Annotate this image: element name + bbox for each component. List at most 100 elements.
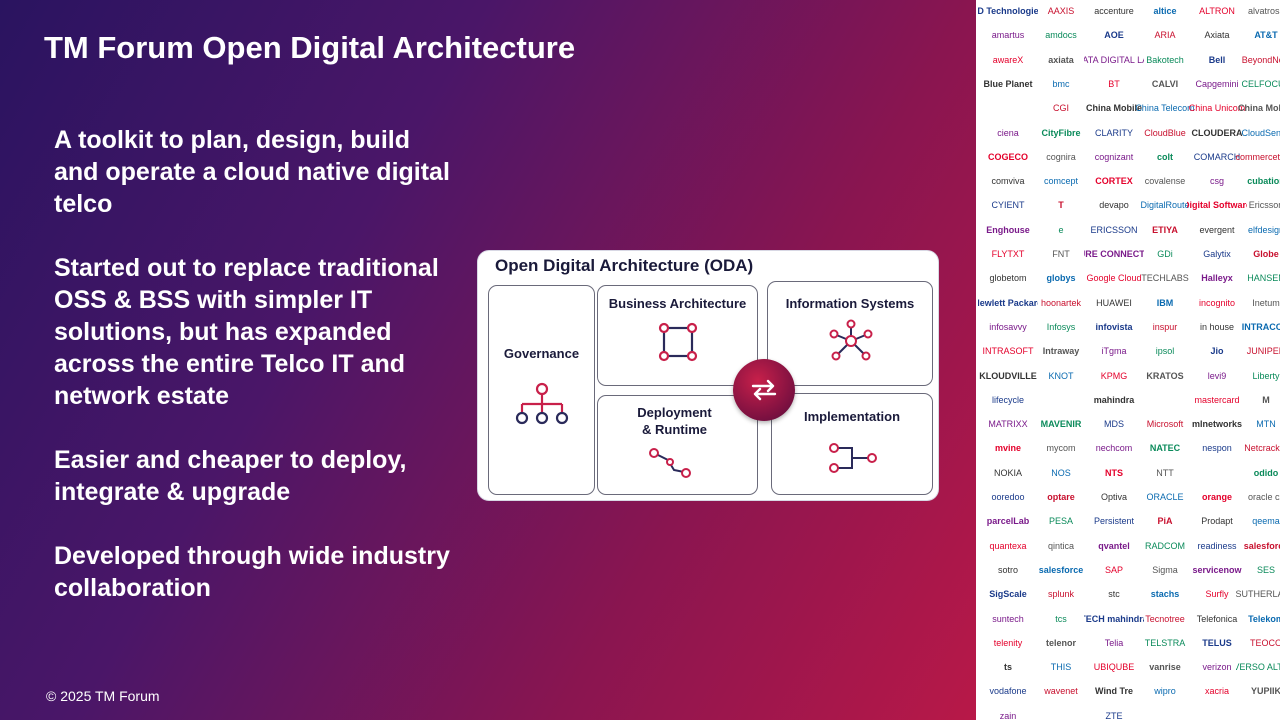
member-logo: China Telecom [1135, 103, 1195, 114]
member-logo: CELFOCUS [1241, 78, 1280, 89]
member-logo: ciena [997, 127, 1019, 138]
member-logo: SigScale [989, 589, 1027, 600]
oda-title: Open Digital Architecture (ODA) [495, 256, 754, 275]
member-logo: TELSTRA [1144, 637, 1186, 648]
member-logo: ts [1003, 662, 1012, 673]
member-logo: SUTHERLAND [1236, 589, 1280, 600]
member-logo: infosavvy [989, 321, 1027, 332]
sync-hub [733, 359, 795, 421]
member-logo: AAXIS [1047, 6, 1075, 16]
deployment-runtime-box: Deployment & Runtime [597, 395, 758, 495]
deployment-label-line1: Deployment [637, 405, 712, 420]
governance-box: Governance [488, 285, 595, 495]
member-logo: vanrise [1149, 662, 1181, 673]
member-logo: JUNIPER [1246, 346, 1280, 357]
member-logo: INTRACOM [1241, 321, 1280, 332]
implementation-label: Implementation [803, 409, 901, 424]
member-logo: NOKIA [993, 467, 1022, 478]
member-logo: globetom [989, 273, 1027, 284]
member-logo: AT&T [1254, 30, 1278, 41]
member-logo: stachs [1150, 589, 1180, 600]
member-logo: altice [1153, 6, 1177, 16]
hierarchy-icon [515, 382, 569, 425]
member-logo: comcept [1043, 176, 1078, 187]
member-logo: China Mobile [1238, 103, 1280, 114]
member-logo: salesforce [1243, 540, 1280, 551]
member-logo: FLYTXT [991, 249, 1025, 259]
member-logo: Globe [1253, 249, 1279, 259]
bullet-4: Developed through wide industry collabor… [54, 542, 450, 602]
member-logo: TEOCO [1249, 637, 1280, 648]
member-logo: INTRASOFT [982, 346, 1034, 357]
bullet-3: Easier and cheaper to deploy, integrate … [54, 446, 407, 506]
member-logo: wipro [1154, 686, 1176, 697]
member-logo: vodafone [989, 686, 1027, 697]
member-logos-wall: 4D TechnologiesAAXISaccenturealticeALTRO… [976, 0, 1280, 721]
member-logo: PESA [1048, 516, 1073, 527]
member-logo: KRATOS [1146, 370, 1184, 381]
member-logo: YUPIIK [1250, 686, 1280, 697]
bullet-2: Started out to replace traditional OSS &… [54, 254, 439, 410]
member-logo: BeyondNow [1241, 54, 1280, 65]
member-logo: FNT [1052, 249, 1070, 259]
member-logo: qeema [1252, 516, 1280, 527]
member-logo: ipsol [1155, 346, 1175, 357]
member-logo: Sigma [1152, 564, 1178, 575]
member-logo: COGECO [987, 151, 1028, 162]
member-logo: PiA [1157, 516, 1173, 527]
member-logo: zain [999, 710, 1017, 721]
member-logo: Tecnotree [1145, 613, 1185, 624]
member-logo: globys [1046, 273, 1076, 284]
member-logo: ETIYA [1152, 224, 1178, 235]
member-logo: M [1262, 394, 1270, 405]
member-logo: optare [1047, 492, 1075, 502]
member-logo: DigitalRoute [1140, 200, 1190, 211]
member-logo: Telekom [1248, 613, 1280, 624]
member-logo: splunk [1047, 589, 1074, 600]
member-logo: mycom [1046, 443, 1076, 454]
member-logo: axiata [1048, 54, 1074, 65]
member-logo: odido [1253, 467, 1279, 478]
member-logo: NOS [1051, 467, 1071, 478]
member-logo: HANSEN [1247, 273, 1280, 284]
business-architecture-box: Business Architecture [597, 285, 758, 386]
member-logo: bmc [1052, 78, 1070, 89]
member-logo: Microsoft [1146, 419, 1184, 430]
member-logo: ARIA [1154, 30, 1176, 41]
member-logo: MTN [1256, 419, 1276, 430]
member-logo: RADCOM [1145, 540, 1185, 551]
member-logo: oracle cx [1247, 492, 1280, 502]
member-logo: Infosys [1046, 321, 1076, 332]
member-logo: KLOUDVILLE [979, 370, 1037, 381]
member-logo: NATEC [1149, 443, 1181, 454]
member-logo: e [1058, 224, 1064, 235]
member-logo: Liberty [1252, 370, 1280, 381]
member-logo: colt [1156, 151, 1173, 162]
member-logo: Inetum [1252, 297, 1280, 308]
member-logo: qintica [1047, 540, 1074, 551]
slide-background: TM Forum Open Digital Architecture A too… [0, 0, 976, 720]
flow-path-icon [649, 448, 691, 478]
member-logo: T [1058, 200, 1064, 211]
governance-label: Governance [503, 346, 580, 361]
member-logo: quantexa [989, 540, 1027, 551]
member-logo: salesforce [1038, 564, 1084, 575]
process-square-icon [658, 322, 698, 362]
member-logo: mahindra [1093, 394, 1135, 405]
pipeline-icon [829, 443, 877, 473]
member-logo: CGI [1052, 103, 1069, 114]
member-logo: ORACLE [1146, 492, 1184, 502]
member-logo: tcs [1055, 613, 1067, 624]
member-logo: alvatross [1247, 6, 1280, 16]
member-logo: VERSO ALTIMA [1236, 662, 1280, 673]
implementation-box: Implementation [771, 393, 933, 495]
member-logo: MAVENIR [1040, 419, 1082, 430]
member-logo: 4D Technologies [978, 6, 1038, 16]
business-architecture-label: Business Architecture [608, 296, 747, 311]
member-logo: Blue Planet [983, 78, 1033, 89]
member-logo: IBM [1156, 297, 1174, 308]
member-logo: amdocs [1045, 30, 1077, 41]
member-logo: sotro [997, 564, 1018, 575]
member-logo: CloudSense [1241, 127, 1280, 138]
information-systems-label: Information Systems [785, 296, 915, 311]
